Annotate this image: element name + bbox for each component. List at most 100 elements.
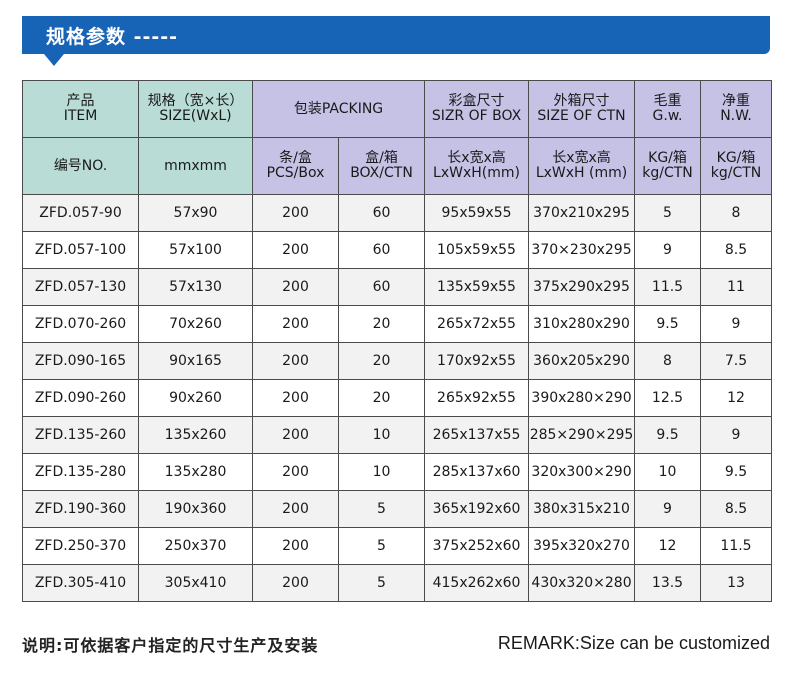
- header-net-weight: 净重 N.W.: [700, 80, 773, 138]
- cell-box-dim: 265x137x55: [424, 416, 530, 454]
- cell-box-dim: 265x92x55: [424, 379, 530, 417]
- header-code: 编号NO.: [22, 137, 139, 195]
- cell-size: 190x360: [138, 490, 253, 528]
- cell-code: ZFD.135-280: [22, 453, 139, 491]
- cell-code: ZFD.190-360: [22, 490, 139, 528]
- cell-gross-weight: 11.5: [634, 268, 702, 306]
- cell-ctn-dim: 370x210x295: [528, 194, 636, 232]
- cell-box-per-ctn: 20: [337, 342, 426, 380]
- cell-size: 135x260: [138, 416, 253, 454]
- cell-net-weight: 11.5: [700, 527, 773, 565]
- cell-size: 250x370: [138, 527, 253, 565]
- cell-net-weight: 13: [700, 564, 773, 602]
- header-nw-unit: KG/箱 kg/CTN: [700, 137, 773, 195]
- cell-code: ZFD.135-260: [22, 416, 139, 454]
- header-pcs-per-box: 条/盒 PCS/Box: [252, 137, 339, 195]
- header-ctn-dim: 长x宽x高 LxWxH (mm): [528, 137, 636, 195]
- header-gross-weight: 毛重 G.w.: [634, 80, 702, 138]
- cell-pcs-per-box: 200: [252, 527, 339, 565]
- cell-code: ZFD.305-410: [22, 564, 139, 602]
- header-packing: 包装PACKING: [251, 80, 426, 138]
- table-row: ZFD.070-260 70x260 200 20 265x72x55 310x280x2…: [22, 305, 773, 343]
- cell-pcs-per-box: 200: [252, 416, 339, 454]
- header-row-1: 产品 ITEM 规格（宽×长） SIZE(WxL) 包装PACKING 彩盒尺寸 SI…: [22, 80, 773, 138]
- table-row: ZFD.250-370 250x370 200 5 375x252x60 395x320x…: [22, 527, 773, 565]
- header-size: 规格（宽×长） SIZE(WxL): [138, 80, 253, 138]
- cell-gross-weight: 9.5: [634, 416, 702, 454]
- cell-size: 305x410: [138, 564, 253, 602]
- cell-size: 57x90: [138, 194, 253, 232]
- cell-code: ZFD.090-260: [22, 379, 139, 417]
- cell-net-weight: 8.5: [700, 490, 773, 528]
- cell-ctn-dim: 390x280×290: [528, 379, 636, 417]
- spec-table: 产品 ITEM 规格（宽×长） SIZE(WxL) 包装PACKING 彩盒尺寸 SI…: [22, 80, 773, 602]
- cell-net-weight: 7.5: [700, 342, 773, 380]
- cell-pcs-per-box: 200: [252, 564, 339, 602]
- cell-gross-weight: 10: [634, 453, 702, 491]
- cell-size: 135x280: [138, 453, 253, 491]
- header-row-2: 编号NO. mmxmm 条/盒 PCS/Box 盒/箱 BOX/CTN 长x宽x高 L…: [22, 137, 773, 195]
- cell-net-weight: 12: [700, 379, 773, 417]
- cell-size: 90x260: [138, 379, 253, 417]
- cell-box-dim: 95x59x55: [424, 194, 530, 232]
- cell-box-dim: 135x59x55: [424, 268, 530, 306]
- cell-ctn-dim: 360x205x290: [528, 342, 636, 380]
- cell-ctn-dim: 285×290×295: [528, 416, 636, 454]
- cell-pcs-per-box: 200: [252, 305, 339, 343]
- cell-box-per-ctn: 5: [337, 490, 426, 528]
- cell-pcs-per-box: 200: [252, 379, 339, 417]
- header-box-dim: 长x宽x高 LxWxH(mm): [424, 137, 530, 195]
- cell-box-dim: 170x92x55: [424, 342, 530, 380]
- cell-code: ZFD.090-165: [22, 342, 139, 380]
- table-row: ZFD.135-280 135x280 200 10 285x137x60 320x300…: [22, 453, 773, 491]
- cell-net-weight: 9: [700, 416, 773, 454]
- cell-gross-weight: 5: [634, 194, 702, 232]
- cell-code: ZFD.057-130: [22, 268, 139, 306]
- cell-size: 70x260: [138, 305, 253, 343]
- cell-ctn-dim: 310x280x290: [528, 305, 636, 343]
- cell-box-per-ctn: 20: [337, 305, 426, 343]
- table-row: ZFD.057-130 57x130 200 60 135x59x55 375x290x2…: [22, 268, 773, 306]
- cell-pcs-per-box: 200: [252, 268, 339, 306]
- header-pointer-icon: [44, 54, 64, 66]
- cell-gross-weight: 9.5: [634, 305, 702, 343]
- table-row: ZFD.057-100 57x100 200 60 105x59x55 370×230x2…: [22, 231, 773, 269]
- table-row: ZFD.190-360 190x360 200 5 365x192x60 380x315x…: [22, 490, 773, 528]
- table-row: ZFD.305-410 305x410 200 5 415x262x60 430x320×…: [22, 564, 773, 602]
- cell-net-weight: 8: [700, 194, 773, 232]
- cell-pcs-per-box: 200: [252, 342, 339, 380]
- cell-code: ZFD.057-90: [22, 194, 139, 232]
- cell-ctn-dim: 370×230x295: [528, 231, 636, 269]
- cell-gross-weight: 12: [634, 527, 702, 565]
- cell-box-dim: 365x192x60: [424, 490, 530, 528]
- cell-ctn-dim: 320x300×290: [528, 453, 636, 491]
- cell-size: 57x100: [138, 231, 253, 269]
- table-row: ZFD.057-90 57x90 200 60 95x59x55 370x210x295 5…: [22, 194, 773, 232]
- table-row: ZFD.135-260 135x260 200 10 265x137x55 285×290…: [22, 416, 773, 454]
- cell-code: ZFD.250-370: [22, 527, 139, 565]
- cell-box-dim: 285x137x60: [424, 453, 530, 491]
- cell-box-per-ctn: 20: [337, 379, 426, 417]
- cell-box-per-ctn: 60: [337, 231, 426, 269]
- footer-remark: REMARK:Size can be customized: [497, 633, 770, 653]
- cell-box-dim: 265x72x55: [424, 305, 530, 343]
- cell-net-weight: 9: [700, 305, 773, 343]
- table-row: ZFD.090-165 90x165 200 20 170x92x55 360x205x2…: [22, 342, 773, 380]
- cell-ctn-dim: 395x320x270: [528, 527, 636, 565]
- cell-gross-weight: 13.5: [634, 564, 702, 602]
- cell-box-per-ctn: 5: [337, 527, 426, 565]
- cell-pcs-per-box: 200: [252, 194, 339, 232]
- footer-note: 说明:可依据客户指定的尺寸生产及安装: [22, 636, 319, 655]
- cell-gross-weight: 8: [634, 342, 702, 380]
- cell-size: 57x130: [138, 268, 253, 306]
- table-row: ZFD.090-260 90x260 200 20 265x92x55 390x280×2…: [22, 379, 773, 417]
- header-box-per-ctn: 盒/箱 BOX/CTN: [337, 137, 426, 195]
- cell-ctn-dim: 375x290x295: [528, 268, 636, 306]
- cell-gross-weight: 9: [634, 490, 702, 528]
- header-ctn-size: 外箱尺寸 SIZE OF CTN: [528, 80, 636, 138]
- cell-gross-weight: 12.5: [634, 379, 702, 417]
- cell-ctn-dim: 430x320×280: [528, 564, 636, 602]
- cell-box-per-ctn: 60: [337, 268, 426, 306]
- cell-pcs-per-box: 200: [252, 231, 339, 269]
- cell-box-per-ctn: 10: [337, 416, 426, 454]
